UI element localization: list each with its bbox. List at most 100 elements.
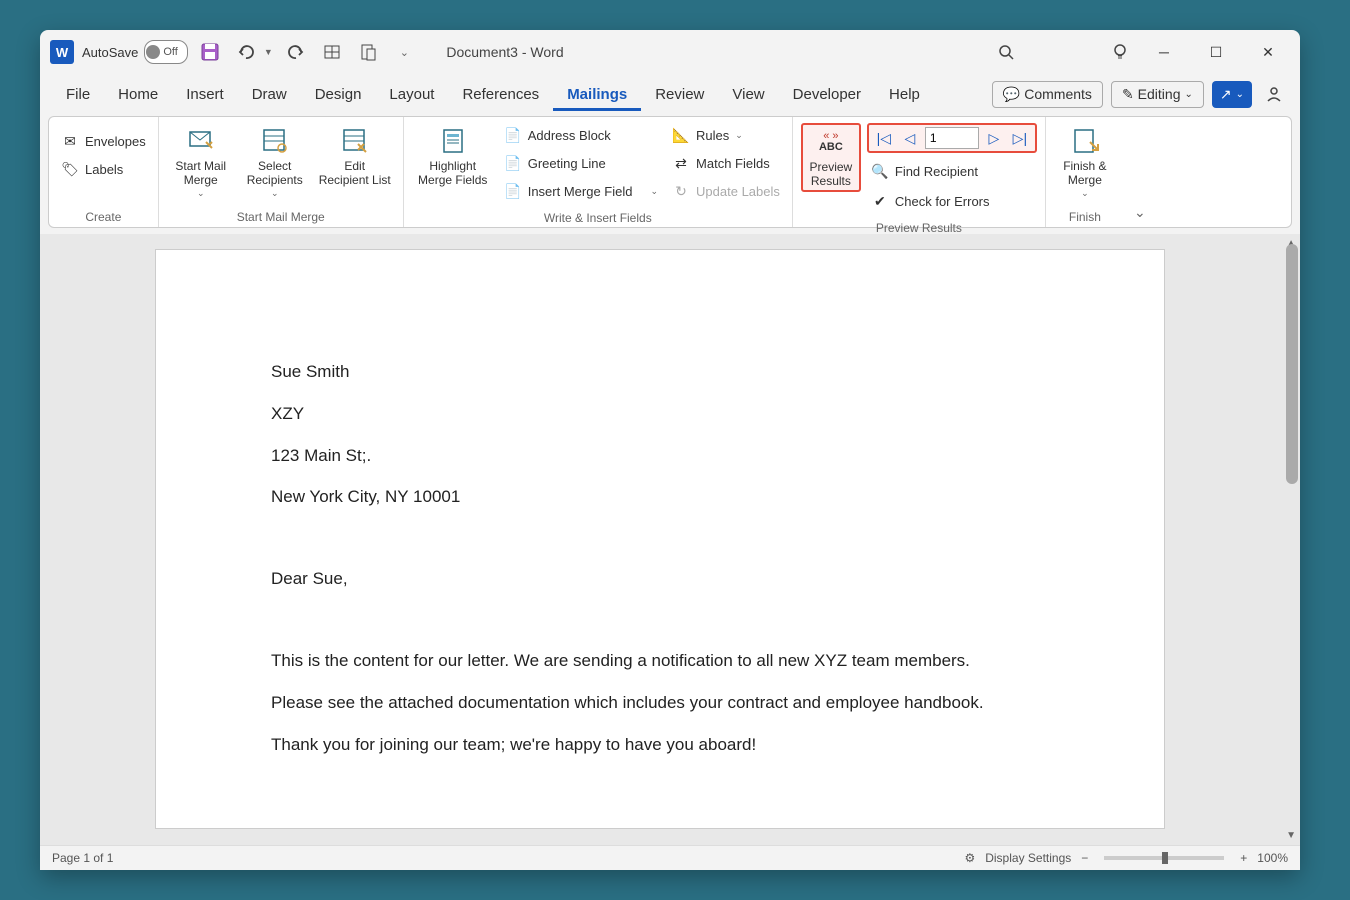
undo-icon[interactable]: [232, 38, 260, 66]
start-mail-merge-button[interactable]: Start Mail Merge⌄: [167, 123, 235, 199]
ribbon: ✉Envelopes 🏷Labels Create Start Mail Mer…: [48, 116, 1292, 228]
share-button[interactable]: ↗⌄: [1212, 81, 1252, 108]
document-page[interactable]: Sue Smith XZY 123 Main St;. New York Cit…: [155, 249, 1165, 829]
last-record-button[interactable]: ▷|: [1009, 127, 1031, 149]
next-record-button[interactable]: ▷: [983, 127, 1005, 149]
select-recipients-button[interactable]: Select Recipients⌄: [241, 123, 309, 199]
comments-button[interactable]: 💬Comments: [992, 81, 1103, 108]
close-button[interactable]: ✕: [1246, 38, 1290, 66]
address-label: Address Block: [528, 128, 611, 143]
chevron-down-icon: ⌄: [735, 130, 743, 141]
collapse-ribbon-button[interactable]: ⌄: [1124, 117, 1156, 227]
preview-results-button[interactable]: « »ABCPreview Results: [801, 123, 861, 192]
lightbulb-icon[interactable]: [1106, 38, 1134, 66]
document-area: Sue Smith XZY 123 Main St;. New York Cit…: [40, 234, 1300, 845]
find-recipient-button[interactable]: 🔍Find Recipient: [867, 159, 1037, 183]
zoom-thumb[interactable]: [1162, 852, 1168, 864]
tab-references[interactable]: References: [448, 78, 553, 111]
vertical-scrollbar[interactable]: [1286, 244, 1298, 484]
group-start: Start Mail Merge⌄ Select Recipients⌄ Edi…: [159, 117, 404, 227]
display-settings-button[interactable]: Display Settings: [985, 851, 1071, 865]
undo-dropdown-icon[interactable]: ▼: [262, 38, 274, 66]
tab-mailings[interactable]: Mailings: [553, 78, 641, 111]
doc-line: XZY: [271, 402, 1064, 426]
tab-developer[interactable]: Developer: [779, 78, 875, 111]
envelopes-button[interactable]: ✉Envelopes: [57, 129, 150, 153]
match-fields-button[interactable]: ⇄Match Fields: [668, 151, 784, 175]
word-window: W AutoSave Off ▼ ⌄ Document3 - Word ─ ☐ …: [40, 30, 1300, 870]
abc-icon: « »ABC: [815, 126, 847, 158]
tab-home[interactable]: Home: [104, 78, 172, 111]
edit-list-label: Edit Recipient List: [319, 159, 391, 188]
highlight-icon: [437, 125, 469, 157]
zoom-out-button[interactable]: −: [1081, 851, 1088, 865]
tab-design[interactable]: Design: [301, 78, 376, 111]
update-label: Update Labels: [696, 184, 780, 199]
share-icon: ↗: [1220, 86, 1232, 103]
zoom-in-button[interactable]: +: [1240, 851, 1247, 865]
insert-field-label: Insert Merge Field: [528, 184, 633, 199]
tab-help[interactable]: Help: [875, 78, 934, 111]
zoom-level[interactable]: 100%: [1257, 851, 1288, 865]
paste-icon[interactable]: [354, 38, 382, 66]
page-indicator[interactable]: Page 1 of 1: [52, 851, 113, 865]
check-errors-button[interactable]: ✔Check for Errors: [867, 189, 1037, 213]
word-app-icon: W: [50, 40, 74, 64]
greeting-label: Greeting Line: [528, 156, 606, 171]
autosave-label: AutoSave: [82, 45, 138, 60]
tab-file[interactable]: File: [52, 78, 104, 111]
address-block-button[interactable]: 📄Address Block: [500, 123, 662, 147]
doc-icon: 📄: [504, 154, 522, 172]
minimize-button[interactable]: ─: [1142, 38, 1186, 66]
highlight-fields-button[interactable]: Highlight Merge Fields: [412, 123, 494, 188]
start-merge-label: Start Mail Merge: [175, 159, 226, 188]
redo-icon[interactable]: [282, 38, 310, 66]
prev-record-button[interactable]: ◁: [899, 127, 921, 149]
first-record-button[interactable]: |◁: [873, 127, 895, 149]
group-write: Highlight Merge Fields 📄Address Block 📄 G…: [404, 117, 793, 227]
edit-recipient-list-button[interactable]: Edit Recipient List: [315, 123, 395, 188]
finish-merge-button[interactable]: Finish & Merge⌄: [1054, 123, 1116, 199]
labels-label: Labels: [85, 162, 123, 177]
qat-more-icon[interactable]: ⌄: [390, 38, 418, 66]
account-icon[interactable]: [1260, 80, 1288, 108]
finish-label: Finish & Merge: [1063, 159, 1106, 188]
search-icon[interactable]: [992, 38, 1020, 66]
rules-button[interactable]: 📐Rules⌄: [668, 123, 784, 147]
document-title: Document3 - Word: [446, 44, 563, 60]
table-icon[interactable]: [318, 38, 346, 66]
ribbon-tabs: File Home Insert Draw Design Layout Refe…: [40, 74, 1300, 114]
doc-body: Thank you for joining our team; we're ha…: [271, 733, 1064, 757]
select-recip-label: Select Recipients: [247, 159, 303, 188]
tab-insert[interactable]: Insert: [172, 78, 238, 111]
doc-line: Sue Smith: [271, 360, 1064, 384]
doc-body: Please see the attached documentation wh…: [271, 691, 1064, 715]
zoom-slider[interactable]: [1104, 856, 1224, 860]
titlebar: W AutoSave Off ▼ ⌄ Document3 - Word ─ ☐ …: [40, 30, 1300, 74]
greeting-line-button[interactable]: 📄 Greeting Line: [500, 151, 662, 175]
pencil-icon: ✎: [1122, 86, 1134, 103]
tab-layout[interactable]: Layout: [375, 78, 448, 111]
maximize-button[interactable]: ☐: [1194, 38, 1238, 66]
tab-review[interactable]: Review: [641, 78, 718, 111]
toggle-switch[interactable]: Off: [144, 40, 188, 64]
labels-button[interactable]: 🏷Labels: [57, 157, 150, 181]
mail-merge-icon: [185, 125, 217, 157]
autosave-toggle[interactable]: AutoSave Off: [82, 40, 188, 64]
record-number-input[interactable]: [925, 127, 979, 149]
doc-greeting: Dear Sue,: [271, 567, 1064, 591]
scroll-down-icon[interactable]: ▼: [1286, 830, 1296, 841]
save-icon[interactable]: [196, 38, 224, 66]
insert-merge-field-button[interactable]: 📄Insert Merge Field⌄: [500, 179, 662, 203]
match-label: Match Fields: [696, 156, 770, 171]
editing-label: Editing: [1138, 86, 1181, 102]
tab-draw[interactable]: Draw: [238, 78, 301, 111]
tab-view[interactable]: View: [718, 78, 778, 111]
comments-label: Comments: [1024, 86, 1092, 102]
group-label: Start Mail Merge: [159, 208, 403, 227]
editing-button[interactable]: ✎Editing⌄: [1111, 81, 1204, 108]
group-label: Write & Insert Fields: [404, 209, 792, 228]
record-nav: |◁ ◁ ▷ ▷|: [867, 123, 1037, 153]
group-create: ✉Envelopes 🏷Labels Create: [49, 117, 159, 227]
finish-icon: [1069, 125, 1101, 157]
